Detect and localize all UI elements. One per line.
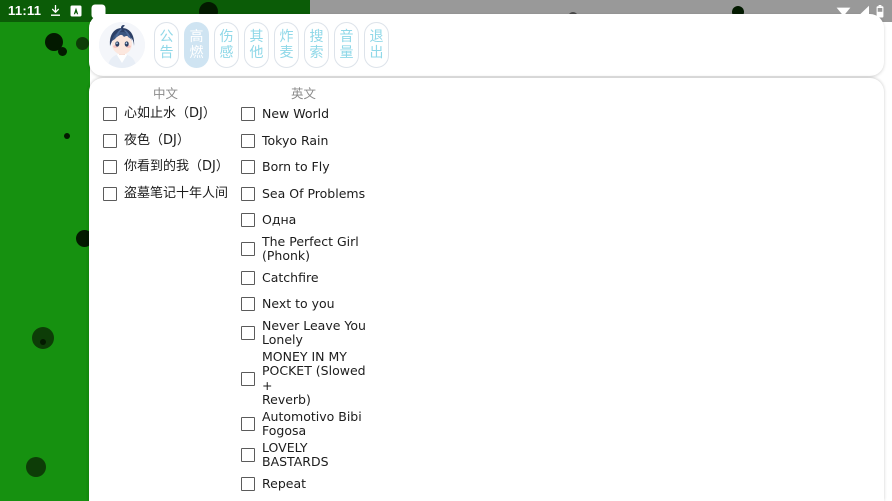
song-label: Repeat	[262, 475, 307, 491]
game-ball	[26, 457, 46, 477]
checkbox[interactable]	[103, 160, 117, 175]
screen-root: 11:11 公 告 高 燃 伤 感 其 他 炸 麦 搜 索 音 量 退 出 中文…	[0, 0, 892, 501]
song-label: Catchfire	[262, 269, 319, 285]
song-label: 夜色（DJ）	[124, 132, 190, 148]
list-item[interactable]: Never Leave You Lonely	[241, 318, 366, 349]
song-label: Never Leave You Lonely	[262, 317, 366, 347]
list-item[interactable]: LOVELY BASTARDS	[241, 440, 366, 471]
song-label: Born to Fly	[262, 159, 330, 174]
game-ball	[32, 327, 54, 349]
checkbox[interactable]	[241, 297, 255, 312]
list-item[interactable]: Sea Of Problems	[241, 181, 366, 208]
game-ball	[64, 133, 70, 139]
tab-label-top: 音	[339, 29, 354, 45]
list-item[interactable]: Одна	[241, 207, 366, 234]
tab-label-top: 炸	[279, 29, 294, 45]
checkbox[interactable]	[241, 326, 255, 340]
list-item[interactable]: Tokyo Rain	[241, 128, 366, 155]
tab-label-top: 高	[189, 29, 204, 45]
tab-label-bottom: 他	[249, 45, 264, 61]
list-item[interactable]: The Perfect Girl (Phonk)	[241, 234, 366, 265]
tab-label-top: 搜	[309, 29, 324, 45]
song-label: LOVELY BASTARDS	[262, 439, 329, 469]
list-item[interactable]: Born to Fly	[241, 154, 366, 181]
list-item[interactable]: 心如止水（DJ）	[103, 101, 228, 128]
column-english: 英文 New World Tokyo Rain Born to Fly Sea …	[241, 81, 366, 501]
song-label: Next to you	[262, 296, 335, 311]
song-label: Automotivo Bibi Fogosa	[262, 408, 362, 438]
tab-sad[interactable]: 伤 感	[214, 22, 239, 68]
list-item[interactable]: Repeat	[241, 471, 366, 498]
tab-label-bottom: 索	[309, 45, 324, 61]
list-item[interactable]: 盗墓笔记十年人间	[103, 181, 228, 208]
tab-search[interactable]: 搜 索	[304, 22, 329, 68]
tab-mic-blast[interactable]: 炸 麦	[274, 22, 299, 68]
list-item[interactable]: 你看到的我（DJ）	[103, 154, 229, 181]
tab-label-bottom: 出	[369, 45, 384, 61]
song-label: Sea Of Problems	[262, 185, 366, 201]
checkbox[interactable]	[103, 133, 117, 148]
tab-bar: 公 告 高 燃 伤 感 其 他 炸 麦 搜 索 音 量 退 出	[154, 22, 389, 68]
tab-exit[interactable]: 退 出	[364, 22, 389, 68]
game-ball	[76, 37, 89, 50]
song-label: Одна	[262, 212, 297, 227]
list-item[interactable]: MONEY IN MY POCKET (Slowed + Reverb)	[241, 349, 366, 409]
list-item[interactable]: 夜色（DJ）	[103, 128, 228, 155]
checkbox[interactable]	[241, 242, 255, 256]
tab-label-bottom: 感	[219, 45, 234, 61]
checkbox[interactable]	[241, 270, 255, 285]
list-item[interactable]: Sleepwalker	[241, 497, 366, 501]
app-header-card: 公 告 高 燃 伤 感 其 他 炸 麦 搜 索 音 量 退 出	[89, 14, 884, 76]
tab-high-energy[interactable]: 高 燃	[184, 22, 209, 68]
checkbox[interactable]	[241, 448, 255, 462]
checkbox[interactable]	[241, 476, 255, 491]
checkbox[interactable]	[241, 160, 255, 175]
checkbox[interactable]	[241, 133, 255, 148]
song-label: Tokyo Rain	[262, 132, 329, 148]
checkbox[interactable]	[103, 107, 117, 122]
song-label: New World	[262, 106, 330, 121]
tab-announcement[interactable]: 公 告	[154, 22, 179, 68]
tab-label-bottom: 告	[159, 45, 174, 61]
checkbox[interactable]	[241, 213, 255, 228]
tab-other[interactable]: 其 他	[244, 22, 269, 68]
checkbox[interactable]	[241, 186, 255, 201]
game-ball	[40, 339, 46, 345]
column-header-english: 英文	[290, 86, 316, 101]
tab-label-bottom: 麦	[279, 45, 294, 61]
song-label: The Perfect Girl (Phonk)	[262, 233, 359, 263]
song-label: 你看到的我（DJ）	[124, 159, 229, 174]
song-label: 盗墓笔记十年人间	[124, 185, 229, 201]
list-item[interactable]: New World	[241, 101, 366, 128]
list-item[interactable]: Automotivo Bibi Fogosa	[241, 409, 366, 440]
list-item[interactable]: Next to you	[241, 291, 366, 318]
green-field-left	[0, 0, 90, 501]
song-columns: 中文 心如止水（DJ） 夜色（DJ） 你看到的我（DJ） 盗墓笔记十年人间 英文…	[89, 78, 884, 501]
checkbox[interactable]	[241, 371, 255, 386]
tab-label-bottom: 量	[339, 45, 354, 61]
tab-label-top: 伤	[219, 29, 234, 45]
checkbox[interactable]	[241, 107, 255, 122]
column-chinese: 中文 心如止水（DJ） 夜色（DJ） 你看到的我（DJ） 盗墓笔记十年人间	[103, 81, 229, 208]
song-label: 心如止水（DJ）	[124, 106, 216, 121]
tab-label-top: 其	[249, 29, 264, 45]
tab-label-top: 退	[369, 29, 384, 45]
song-label: MONEY IN MY POCKET (Slowed + Reverb)	[262, 348, 366, 407]
list-item[interactable]: Catchfire	[241, 265, 366, 292]
checkbox[interactable]	[103, 186, 117, 201]
checkbox[interactable]	[241, 417, 255, 431]
user-avatar[interactable]	[99, 22, 145, 68]
tab-volume[interactable]: 音 量	[334, 22, 359, 68]
game-ball	[58, 47, 67, 56]
column-header-chinese: 中文	[152, 86, 178, 101]
tab-label-top: 公	[159, 29, 174, 45]
song-list-panel: 中文 心如止水（DJ） 夜色（DJ） 你看到的我（DJ） 盗墓笔记十年人间 英文…	[89, 78, 884, 501]
tab-label-bottom: 燃	[189, 45, 204, 61]
